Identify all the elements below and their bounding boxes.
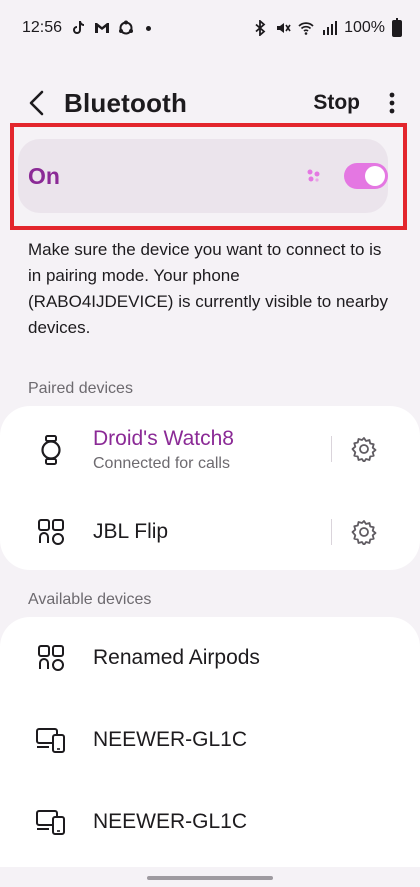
device-name: Renamed Airpods xyxy=(93,646,260,669)
row-divider xyxy=(331,436,332,462)
device-grid-icon xyxy=(36,643,66,673)
status-left: 12:56 xyxy=(22,19,152,37)
device-text: NEEWER-GL1C xyxy=(93,810,420,834)
gear-icon xyxy=(351,437,377,462)
device-text: Renamed Airpods xyxy=(93,646,420,670)
battery-icon xyxy=(392,17,402,37)
device-settings-button[interactable] xyxy=(349,517,379,547)
back-button[interactable] xyxy=(22,88,52,118)
more-options-button[interactable] xyxy=(382,88,402,118)
mute-icon xyxy=(277,23,291,33)
available-device-row[interactable]: NEEWER-GL1C xyxy=(0,792,420,852)
signal-icon xyxy=(323,21,338,35)
pairing-description: Make sure the device you want to connect… xyxy=(28,240,388,337)
battery-percent: 100% xyxy=(344,19,385,36)
status-time: 12:56 xyxy=(22,19,63,36)
status-right: 100% xyxy=(252,17,402,37)
highlight-box xyxy=(10,123,407,230)
watch-icon xyxy=(36,435,66,465)
tiktok-icon xyxy=(73,21,85,34)
computer-phone-icon xyxy=(36,725,66,755)
device-settings-button[interactable] xyxy=(349,434,379,464)
device-text: NEEWER-GL1C xyxy=(93,728,420,752)
home-indicator[interactable] xyxy=(147,876,273,880)
bluetooth-icon xyxy=(255,20,266,36)
computer-phone-icon xyxy=(36,807,66,837)
paired-devices-header: Paired devices xyxy=(28,380,133,397)
dot-icon xyxy=(146,25,152,31)
available-device-row[interactable]: NEEWER-GL1C xyxy=(0,710,420,770)
gear-icon xyxy=(351,520,377,545)
device-grid-icon xyxy=(36,517,66,547)
page-title: Bluetooth xyxy=(64,87,188,118)
stop-button[interactable]: Stop xyxy=(313,91,360,115)
gmail-icon xyxy=(95,23,110,33)
available-devices-header: Available devices xyxy=(28,591,152,608)
row-divider xyxy=(331,519,332,545)
more-vert-icon xyxy=(389,92,395,114)
back-arrow-icon xyxy=(29,90,44,116)
status-bar: 12:56 100% xyxy=(0,0,420,56)
sync-icon xyxy=(119,20,134,35)
device-name: NEEWER-GL1C xyxy=(93,728,248,751)
device-name: NEEWER-GL1C xyxy=(93,810,248,833)
available-device-row[interactable]: Renamed Airpods xyxy=(0,628,420,688)
wifi-icon xyxy=(298,22,314,35)
